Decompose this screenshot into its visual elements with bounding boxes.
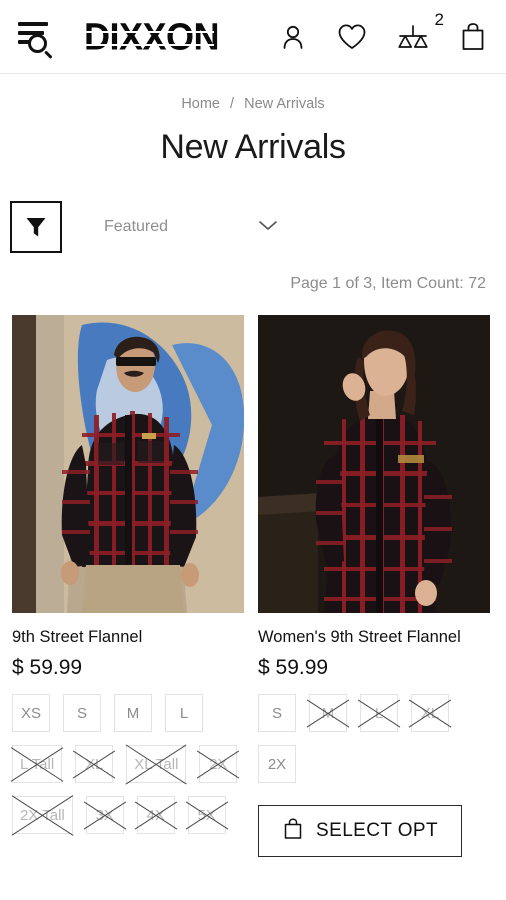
size-swatch-soldout[interactable]: L Tall: [12, 745, 63, 783]
product-card: 9th Street Flannel $ 59.99 XS S M L L Ta…: [12, 315, 244, 857]
product-title[interactable]: Women's 9th Street Flannel: [258, 628, 490, 647]
brand-strike-upper: [81, 30, 215, 33]
brand-logo-text: DIXXON: [84, 15, 220, 58]
product-price: $ 59.99: [258, 656, 329, 679]
size-swatch-list: XS S M L L Tall XL XL Tall 2X 2X Tall 3X…: [12, 694, 244, 834]
header-right-group: 2: [278, 10, 492, 53]
brand-logo[interactable]: DIXXON: [81, 17, 220, 56]
sort-dropdown[interactable]: Featured: [104, 218, 279, 237]
size-swatch-soldout[interactable]: 2X: [199, 745, 238, 783]
breadcrumb-home-link[interactable]: Home: [181, 96, 220, 112]
header-left-group: DIXXON: [14, 16, 220, 59]
select-options-button[interactable]: SELECT OPT: [258, 805, 462, 857]
product-card: Women's 9th Street Flannel $ 59.99 S M L…: [258, 315, 490, 857]
chevron-down-icon: [257, 218, 279, 237]
heart-icon[interactable]: [336, 22, 368, 52]
breadcrumb-separator: /: [230, 96, 235, 112]
breadcrumb-current: New Arrivals: [244, 96, 325, 112]
compare-scales-icon[interactable]: 2: [396, 10, 444, 52]
shopping-bag-icon: [282, 817, 304, 846]
page-title: New Arrivals: [160, 128, 346, 166]
account-icon[interactable]: [278, 22, 308, 52]
filter-button[interactable]: [10, 201, 62, 253]
size-swatch[interactable]: XS: [12, 694, 50, 732]
size-swatch[interactable]: 2X: [258, 745, 296, 783]
search-glass-circle: [28, 33, 47, 53]
size-swatch-list: S M L XL 2X: [258, 694, 490, 783]
product-image-mens-flannel[interactable]: [12, 315, 244, 613]
size-swatch[interactable]: M: [114, 694, 152, 732]
size-swatch-soldout[interactable]: 5X: [187, 796, 226, 834]
product-price: $ 59.99: [12, 656, 83, 679]
pagination-count-text: Page 1 of 3, Item Count: 72: [290, 275, 486, 292]
breadcrumb: Home / New Arrivals: [0, 96, 506, 112]
listing-toolbar: Featured: [0, 201, 506, 253]
product-listing-page: DIXXON 2 Home / New Arrivals New Arrival…: [0, 0, 506, 900]
size-swatch-soldout[interactable]: XL Tall: [126, 745, 187, 783]
search-glass-handle: [43, 49, 53, 59]
site-header: DIXXON 2: [0, 0, 506, 74]
select-options-label: SELECT OPT: [316, 820, 438, 841]
size-swatch-soldout[interactable]: 4X: [136, 796, 175, 834]
size-swatch-soldout[interactable]: L: [360, 694, 398, 732]
size-swatch[interactable]: S: [258, 694, 296, 732]
size-swatch-soldout[interactable]: XL: [75, 745, 114, 783]
brand-strike-lower: [81, 43, 215, 46]
size-swatch[interactable]: S: [63, 694, 101, 732]
menu-bar-1: [18, 21, 48, 26]
size-swatch-soldout[interactable]: 3X: [85, 796, 124, 834]
product-image-womens-flannel[interactable]: [258, 315, 490, 613]
size-swatch-soldout[interactable]: XL: [411, 694, 449, 732]
product-title[interactable]: 9th Street Flannel: [12, 628, 244, 647]
sort-selected-value: Featured: [104, 218, 169, 235]
product-grid: 9th Street Flannel $ 59.99 XS S M L L Ta…: [0, 315, 506, 857]
size-swatch[interactable]: L: [165, 694, 203, 732]
size-swatch-soldout[interactable]: 2X Tall: [12, 796, 73, 834]
menu-search-icon[interactable]: [14, 16, 60, 59]
compare-count-badge: 2: [434, 9, 444, 29]
filter-funnel-icon: [26, 218, 46, 237]
size-swatch-soldout[interactable]: M: [309, 694, 347, 732]
shopping-bag-icon[interactable]: [458, 21, 488, 53]
